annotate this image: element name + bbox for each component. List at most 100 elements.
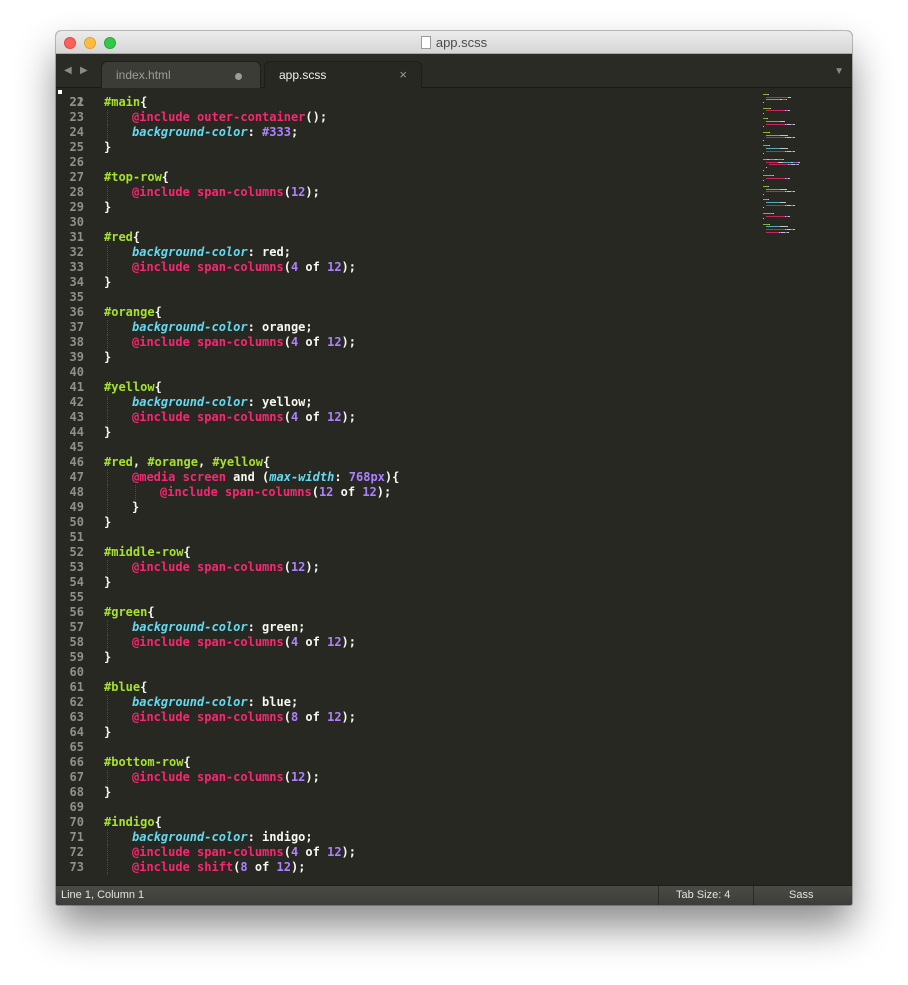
- tab-size-selector[interactable]: Tab Size: 4: [658, 886, 753, 905]
- code-text: background-color: blue;: [132, 695, 298, 710]
- minimap-stroke: [766, 121, 780, 122]
- code-text: @include span-columns(4 of 12);: [132, 335, 356, 350]
- code-text: background-color: indigo;: [132, 830, 313, 845]
- tab-list-dropdown-icon[interactable]: ▼: [834, 66, 844, 77]
- code-token: {: [183, 755, 191, 769]
- editor-window: app.scss ◀ ▶ index.html app.scss × ▼ 21 …: [56, 31, 852, 905]
- code-text: }: [104, 350, 111, 365]
- line-number: 63: [69, 710, 84, 724]
- minimap-stroke: [768, 185, 769, 187]
- tab-index-html[interactable]: index.html: [101, 61, 261, 88]
- minimap[interactable]: [761, 88, 821, 248]
- code-text: }: [104, 275, 111, 290]
- indent-guide: [107, 500, 108, 515]
- code-token: );: [341, 335, 356, 349]
- indent-guide: [107, 635, 108, 650]
- line-number: 33: [69, 260, 84, 274]
- line-number: 55: [69, 590, 84, 604]
- line-number: 61: [69, 680, 84, 694]
- indent-guide: [107, 125, 108, 140]
- minimap-stroke: [763, 175, 773, 176]
- code-token: #orange: [104, 305, 155, 319]
- code-token: @include span-columns: [160, 485, 312, 499]
- line-number: 46: [69, 455, 84, 469]
- minimap-stroke: [786, 99, 787, 101]
- minimap-stroke: [769, 223, 770, 225]
- indent-guide: [107, 185, 108, 200]
- code-token: background-color: [132, 830, 248, 844]
- code-token: : red;: [247, 245, 291, 259]
- back-arrow-icon[interactable]: ◀: [64, 65, 72, 76]
- code-token: 12: [362, 485, 377, 499]
- minimap-stroke: [793, 123, 795, 125]
- code-token: {: [132, 230, 141, 244]
- tab-label: index.html: [116, 68, 171, 82]
- code-token: background-color: [132, 395, 248, 409]
- code-token: 12: [290, 560, 306, 574]
- code-text: @include span-columns(8 of 12);: [132, 710, 356, 725]
- code-token: {: [154, 305, 162, 319]
- code-token: (: [283, 560, 291, 574]
- forward-arrow-icon[interactable]: ▶: [80, 65, 88, 76]
- code-text: }: [104, 200, 111, 215]
- code-token: );: [305, 185, 320, 199]
- code-token: : blue;: [247, 695, 299, 709]
- line-number: 48: [69, 485, 84, 499]
- syntax-selector[interactable]: Sass: [753, 886, 852, 905]
- tab-bar: ◀ ▶ index.html app.scss × ▼: [56, 54, 852, 88]
- line-number: 30: [69, 215, 84, 229]
- minimap-stroke: [763, 218, 764, 220]
- code-text: @include outer-container();: [132, 110, 327, 125]
- code-text: @include span-columns(12);: [132, 770, 320, 785]
- code-text: #top-row{: [104, 170, 169, 185]
- code-token: }: [104, 515, 112, 529]
- indent-guide: [107, 560, 108, 575]
- code-text: }: [104, 425, 111, 440]
- tab-label: app.scss: [279, 68, 327, 82]
- line-number: 28: [69, 185, 84, 199]
- code-text: }: [104, 515, 111, 530]
- code-token: 12: [290, 185, 306, 199]
- code-text: background-color: #333;: [132, 125, 298, 140]
- tab-app-scss[interactable]: app.scss ×: [264, 61, 422, 88]
- minimap-stroke: [780, 148, 788, 149]
- code-token: {: [262, 455, 271, 469]
- line-number: 68: [69, 785, 84, 799]
- code-token: }: [104, 200, 112, 214]
- line-number: 39: [69, 350, 84, 364]
- minimap-stroke: [780, 202, 786, 203]
- minimap-stroke: [763, 153, 764, 155]
- line-number: 40: [69, 365, 84, 379]
- line-number: 26: [69, 155, 84, 169]
- line-number: 22: [69, 95, 84, 109]
- cursor-position: Line 1, Column 1: [61, 889, 145, 901]
- code-token: ();: [305, 110, 328, 124]
- line-number: 47: [69, 470, 84, 484]
- code-editor[interactable]: 21 22 #main{23 @include outer-container();…: [56, 88, 852, 885]
- indent-guide: [107, 260, 108, 275]
- modified-dot-icon[interactable]: [235, 73, 242, 80]
- code-token: (: [311, 485, 319, 499]
- indent-guide: [107, 710, 108, 725]
- minimap-stroke: [766, 231, 779, 233]
- code-token: #yellow: [104, 380, 155, 394]
- line-number: 71: [69, 830, 84, 844]
- code-token: (: [283, 770, 291, 784]
- code-token: @include span-columns: [132, 410, 284, 424]
- line-number: 58: [69, 635, 84, 649]
- minimap-stroke: [766, 134, 780, 136]
- code-text: @include span-columns(4 of 12);: [132, 635, 356, 650]
- close-icon[interactable]: ×: [399, 67, 407, 82]
- line-number: 73: [69, 860, 84, 874]
- code-token: background-color: [132, 245, 248, 259]
- code-text: background-color: red;: [132, 245, 291, 260]
- minimap-stroke: [773, 175, 774, 176]
- line-number: 31: [69, 230, 84, 244]
- code-text: }: [132, 500, 139, 515]
- status-bar: Line 1, Column 1 Tab Size: 4 Sass: [56, 885, 852, 905]
- line-number: 65: [69, 740, 84, 754]
- code-text: @include shift(8 of 12);: [132, 860, 305, 875]
- minimap-stroke: [793, 150, 795, 152]
- indent-guide: [107, 335, 108, 350]
- code-text: @include span-columns(4 of 12);: [132, 260, 356, 275]
